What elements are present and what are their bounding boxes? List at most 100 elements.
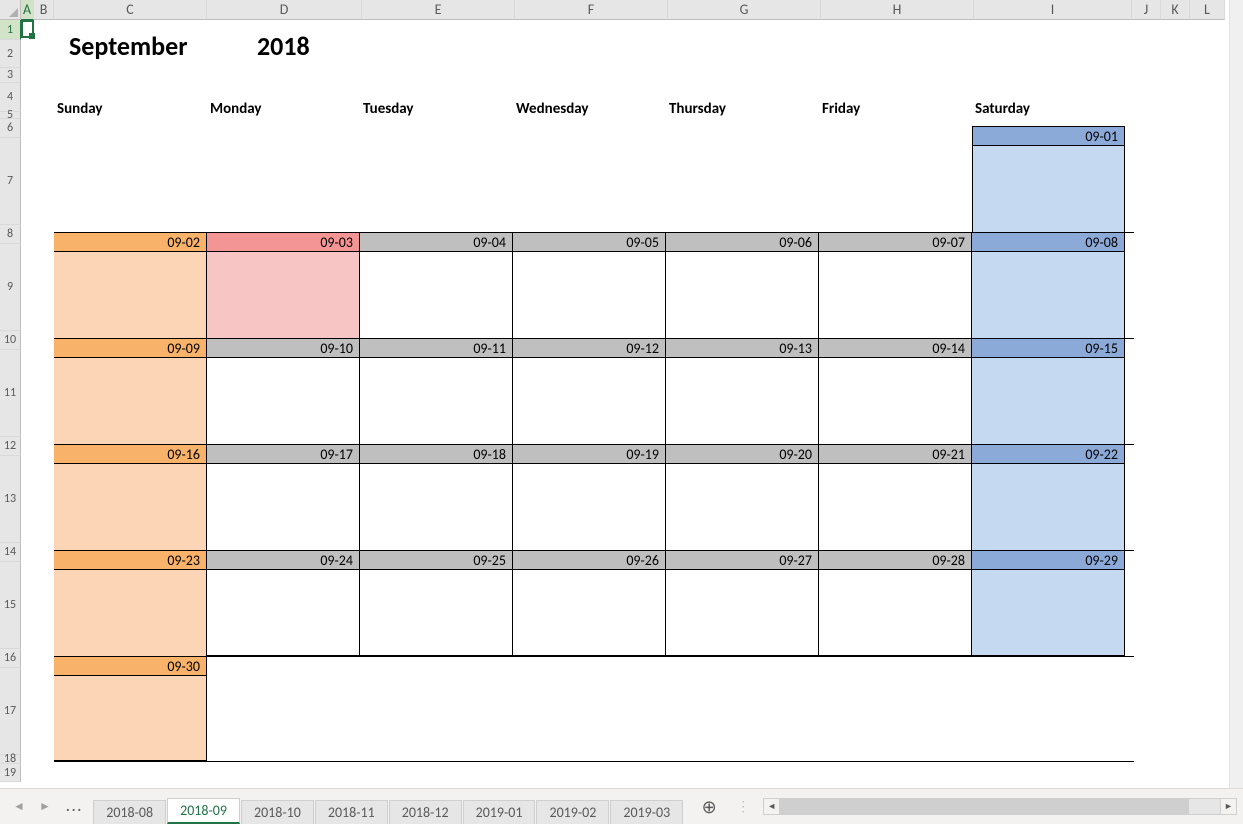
row-header-15[interactable]: 15 — [0, 562, 21, 649]
calendar-day-09-18[interactable]: 09-18 — [360, 445, 513, 550]
sheet-tab-2019-03[interactable]: 2019-03 — [610, 800, 683, 824]
row-header-1[interactable]: 1 — [0, 20, 21, 40]
calendar-day-body[interactable] — [972, 252, 1124, 338]
calendar-day-09-15[interactable]: 09-15 — [972, 339, 1125, 444]
calendar-day-09-01[interactable]: 09-01 — [972, 126, 1125, 232]
row-header-12[interactable]: 12 — [0, 437, 21, 456]
calendar-day-body[interactable] — [207, 464, 359, 550]
sheet-tab-2018-09[interactable]: 2018-09 — [167, 798, 240, 824]
calendar-day-09-11[interactable]: 09-11 — [360, 339, 513, 444]
calendar-day-09-26[interactable]: 09-26 — [513, 551, 666, 656]
calendar-day-body[interactable] — [972, 570, 1124, 655]
tab-split-grip[interactable]: ⋮ — [724, 798, 763, 815]
calendar-day-body[interactable] — [207, 570, 359, 655]
calendar-day-body[interactable] — [513, 570, 665, 655]
calendar-day-body[interactable] — [207, 358, 359, 444]
sheet-tab-2019-02[interactable]: 2019-02 — [536, 800, 609, 824]
calendar-day-body[interactable] — [973, 146, 1124, 232]
calendar-day-body[interactable] — [819, 358, 971, 444]
row-header-16[interactable]: 16 — [0, 649, 21, 668]
row-header-14[interactable]: 14 — [0, 543, 21, 562]
cells-area[interactable]: September 2018 SundayMondayTuesdayWednes… — [21, 20, 1243, 788]
column-header-J[interactable]: J — [1132, 0, 1161, 20]
hscroll-track[interactable] — [780, 798, 1220, 815]
sheet-tab-2018-10[interactable]: 2018-10 — [241, 800, 314, 824]
calendar-day-body[interactable] — [972, 358, 1124, 444]
column-header-L[interactable]: L — [1190, 0, 1225, 20]
column-header-A[interactable]: A — [21, 0, 34, 20]
column-header-G[interactable]: G — [668, 0, 821, 20]
calendar-day-09-10[interactable]: 09-10 — [207, 339, 360, 444]
calendar-day-09-12[interactable]: 09-12 — [513, 339, 666, 444]
calendar-day-body[interactable] — [819, 464, 971, 550]
calendar-day-09-23[interactable]: 09-23 — [54, 551, 207, 656]
calendar-day-body[interactable] — [360, 252, 512, 338]
calendar-day-09-27[interactable]: 09-27 — [666, 551, 819, 656]
calendar-day-body[interactable] — [666, 358, 818, 444]
row-header-10[interactable]: 10 — [0, 331, 21, 350]
column-header-F[interactable]: F — [515, 0, 668, 20]
calendar-day-09-05[interactable]: 09-05 — [513, 233, 666, 338]
calendar-day-body[interactable] — [360, 570, 512, 655]
row-header-8[interactable]: 8 — [0, 225, 21, 244]
row-header-18[interactable]: 18 — [0, 755, 21, 764]
row-header-3[interactable]: 3 — [0, 68, 21, 83]
calendar-day-09-06[interactable]: 09-06 — [666, 233, 819, 338]
sheet-tab-2018-08[interactable]: 2018-08 — [93, 800, 166, 824]
calendar-day-09-14[interactable]: 09-14 — [819, 339, 972, 444]
calendar-day-09-09[interactable]: 09-09 — [54, 339, 207, 444]
calendar-day-09-07[interactable]: 09-07 — [819, 233, 972, 338]
row-header-19[interactable]: 19 — [0, 764, 21, 782]
calendar-day-body[interactable] — [360, 464, 512, 550]
row-header-7[interactable]: 7 — [0, 138, 21, 225]
column-header-C[interactable]: C — [54, 0, 207, 20]
new-sheet-button[interactable]: ⊕ — [694, 796, 724, 818]
column-header-I[interactable]: I — [974, 0, 1132, 20]
calendar-day-09-21[interactable]: 09-21 — [819, 445, 972, 550]
calendar-day-09-30[interactable]: 09-30 — [54, 657, 207, 761]
row-header-13[interactable]: 13 — [0, 456, 21, 543]
row-header-2[interactable]: 2 — [0, 40, 21, 68]
row-header-9[interactable]: 9 — [0, 244, 21, 331]
row-header-5[interactable]: 5 — [0, 112, 21, 119]
calendar-day-body[interactable] — [666, 464, 818, 550]
calendar-day-09-28[interactable]: 09-28 — [819, 551, 972, 656]
tab-scroll-right-icon[interactable]: ► — [34, 796, 56, 818]
calendar-day-body[interactable] — [54, 676, 206, 760]
vertical-scrollbar[interactable] — [1229, 0, 1243, 788]
column-header-K[interactable]: K — [1161, 0, 1190, 20]
column-header-B[interactable]: B — [34, 0, 54, 20]
calendar-day-09-24[interactable]: 09-24 — [207, 551, 360, 656]
row-header-17[interactable]: 17 — [0, 668, 21, 755]
calendar-day-09-20[interactable]: 09-20 — [666, 445, 819, 550]
calendar-day-body[interactable] — [54, 570, 206, 656]
row-header-6[interactable]: 6 — [0, 119, 21, 138]
calendar-day-body[interactable] — [54, 464, 206, 550]
column-header-E[interactable]: E — [362, 0, 515, 20]
hscroll-thumb[interactable] — [780, 799, 1189, 814]
calendar-day-09-17[interactable]: 09-17 — [207, 445, 360, 550]
calendar-day-body[interactable] — [513, 464, 665, 550]
calendar-day-09-13[interactable]: 09-13 — [666, 339, 819, 444]
tab-overflow-ellipsis[interactable]: ... — [56, 798, 93, 815]
calendar-day-09-02[interactable]: 09-02 — [54, 233, 207, 338]
calendar-day-body[interactable] — [360, 358, 512, 444]
hscroll-left-button[interactable]: ◄ — [763, 798, 780, 815]
calendar-day-09-19[interactable]: 09-19 — [513, 445, 666, 550]
select-all-corner[interactable] — [0, 0, 21, 20]
column-header-H[interactable]: H — [821, 0, 974, 20]
calendar-day-body[interactable] — [54, 358, 206, 444]
calendar-day-body[interactable] — [666, 570, 818, 655]
column-header-D[interactable]: D — [207, 0, 362, 20]
calendar-day-body[interactable] — [513, 252, 665, 338]
calendar-day-body[interactable] — [819, 570, 971, 655]
calendar-day-09-08[interactable]: 09-08 — [972, 233, 1125, 338]
calendar-day-09-29[interactable]: 09-29 — [972, 551, 1125, 656]
sheet-tab-2019-01[interactable]: 2019-01 — [463, 800, 536, 824]
calendar-day-09-25[interactable]: 09-25 — [360, 551, 513, 656]
calendar-day-body[interactable] — [972, 464, 1124, 550]
calendar-day-09-16[interactable]: 09-16 — [54, 445, 207, 550]
calendar-day-body[interactable] — [513, 358, 665, 444]
sheet-tab-2018-11[interactable]: 2018-11 — [315, 800, 388, 824]
hscroll-right-button[interactable]: ► — [1220, 798, 1237, 815]
